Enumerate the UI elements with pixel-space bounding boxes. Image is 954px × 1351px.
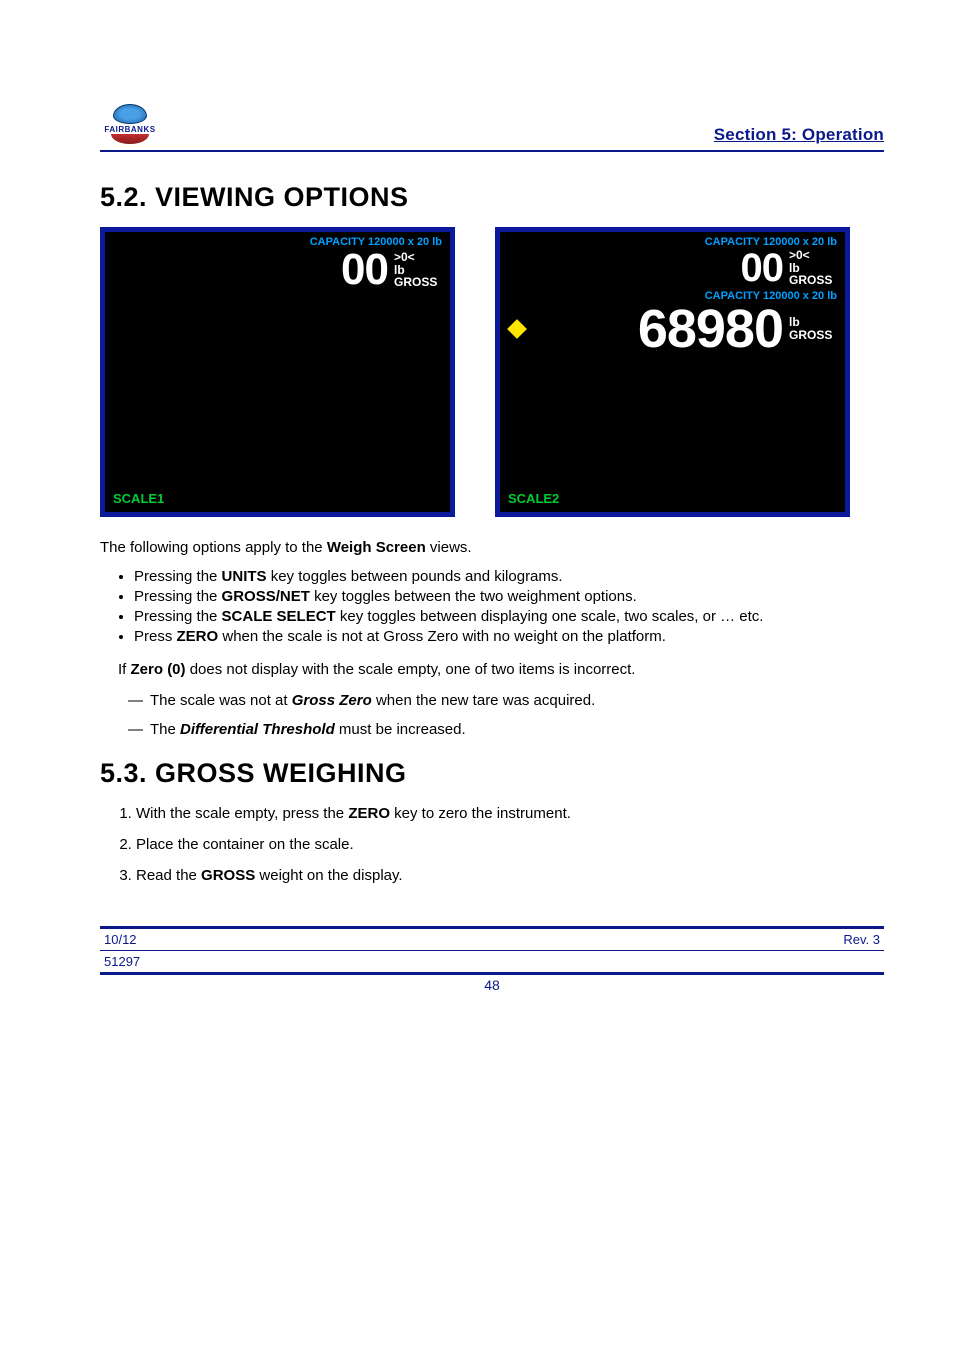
list-item: Press ZERO when the scale is not at Gros… — [134, 628, 884, 645]
list-item: The scale was not at Gross Zero when the… — [150, 692, 884, 709]
list-item: Pressing the UNITS key toggles between p… — [134, 568, 884, 585]
section-5-3-heading: 5.3. GROSS WEIGHING — [100, 758, 884, 789]
brand-name: FAIRBANKS — [104, 125, 155, 134]
section-5-2-bullets: Pressing the UNITS key toggles between p… — [134, 568, 884, 645]
section-5-2-intro: The following options apply to the Weigh… — [100, 537, 884, 558]
globe-icon — [113, 104, 147, 124]
list-item: The Differential Threshold must be incre… — [150, 721, 884, 738]
footer-rev: Rev. 3 — [843, 932, 880, 947]
screenshot-row: CAPACITY 120000 x 20 lb 00 >0< lb GROSS … — [100, 227, 884, 517]
zero-indicator: >0< — [394, 251, 415, 264]
list-item: Pressing the SCALE SELECT key toggles be… — [134, 608, 884, 625]
ribbon-icon — [111, 134, 149, 144]
list-item: Read the GROSS weight on the display. — [136, 865, 884, 886]
list-item: With the scale empty, press the ZERO key… — [136, 803, 884, 824]
scale2-screen: CAPACITY 120000 x 20 lb 00 >0< lb GROSS … — [495, 227, 850, 517]
dash-lead: If Zero (0) does not display with the sc… — [118, 659, 884, 680]
dash-list: The scale was not at Gross Zero when the… — [150, 692, 884, 738]
weight-value-top: 00 — [741, 248, 784, 288]
list-item: Place the container on the scale. — [136, 834, 884, 855]
footer-docnum: 51297 — [104, 954, 140, 969]
section-link: Section 5: Operation — [714, 125, 884, 148]
mode-label: GROSS — [789, 274, 832, 287]
page-footer: 10/12 Rev. 3 51297 48 — [100, 926, 884, 993]
scale1-screen: CAPACITY 120000 x 20 lb 00 >0< lb GROSS … — [100, 227, 455, 517]
scale-id-label: SCALE2 — [508, 491, 559, 506]
zero-indicator: >0< — [789, 249, 810, 262]
capacity-label: CAPACITY 120000 x 20 lb — [105, 232, 450, 248]
mode-label: GROSS — [789, 329, 832, 342]
weight-value-bottom: 68980 — [638, 302, 783, 356]
gross-weighing-steps: With the scale empty, press the ZERO key… — [136, 803, 884, 886]
scale-id-label: SCALE1 — [113, 491, 164, 506]
footer-date: 10/12 — [104, 932, 137, 947]
list-item: Pressing the GROSS/NET key toggles betwe… — [134, 588, 884, 605]
motion-icon — [507, 319, 527, 339]
weight-value: 00 — [341, 248, 388, 292]
section-5-2-heading: 5.2. VIEWING OPTIONS — [100, 182, 884, 213]
page-number: 48 — [100, 975, 884, 993]
brand-logo: FAIRBANKS — [100, 100, 160, 148]
mode-label: GROSS — [394, 276, 437, 289]
page-header: FAIRBANKS Section 5: Operation — [100, 100, 884, 152]
capacity-label-top: CAPACITY 120000 x 20 lb — [500, 232, 845, 248]
